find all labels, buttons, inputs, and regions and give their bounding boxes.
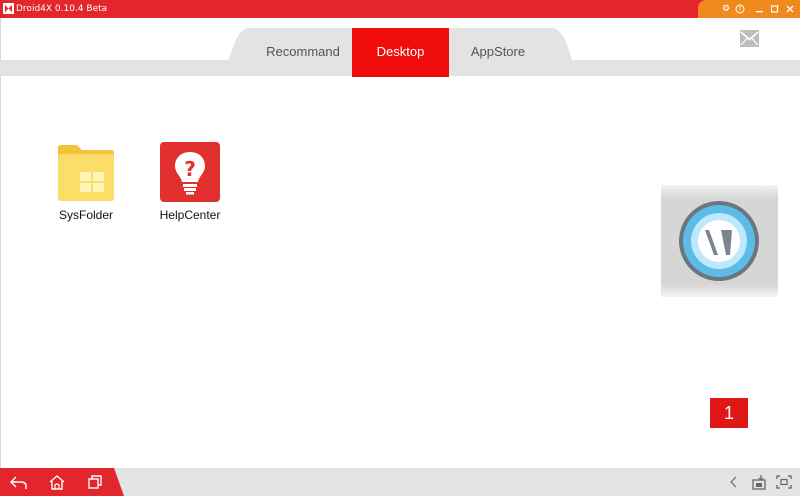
orb-button-icon: [679, 201, 759, 281]
svg-text:?: ?: [184, 157, 196, 181]
floating-widget-panel[interactable]: [661, 185, 778, 297]
desktop-app-label: HelpCenter: [159, 208, 221, 222]
window-left-border: [0, 18, 1, 468]
lightbulb-help-icon: ?: [160, 142, 220, 202]
home-icon[interactable]: [48, 474, 66, 490]
recent-apps-icon[interactable]: [87, 474, 105, 490]
collapse-chevron-icon[interactable]: [726, 474, 744, 490]
desktop-app-sysfolder[interactable]: SysFolder: [57, 144, 115, 222]
tab-appstore[interactable]: AppStore: [453, 28, 543, 76]
desktop-app-helpcenter[interactable]: ? HelpCenter: [160, 142, 220, 222]
apk-install-icon[interactable]: [750, 474, 768, 490]
back-icon[interactable]: [9, 474, 27, 490]
tab-desktop[interactable]: Desktop: [352, 28, 449, 77]
fullscreen-icon[interactable]: [775, 474, 793, 490]
folder-icon: [58, 145, 114, 201]
mail-icon[interactable]: [740, 30, 759, 47]
bottom-nav-bar: [0, 468, 800, 496]
desktop-app-label: SysFolder: [58, 208, 114, 222]
tab-recommand[interactable]: Recommand: [258, 28, 348, 76]
page-indicator-badge: 1: [710, 398, 748, 428]
